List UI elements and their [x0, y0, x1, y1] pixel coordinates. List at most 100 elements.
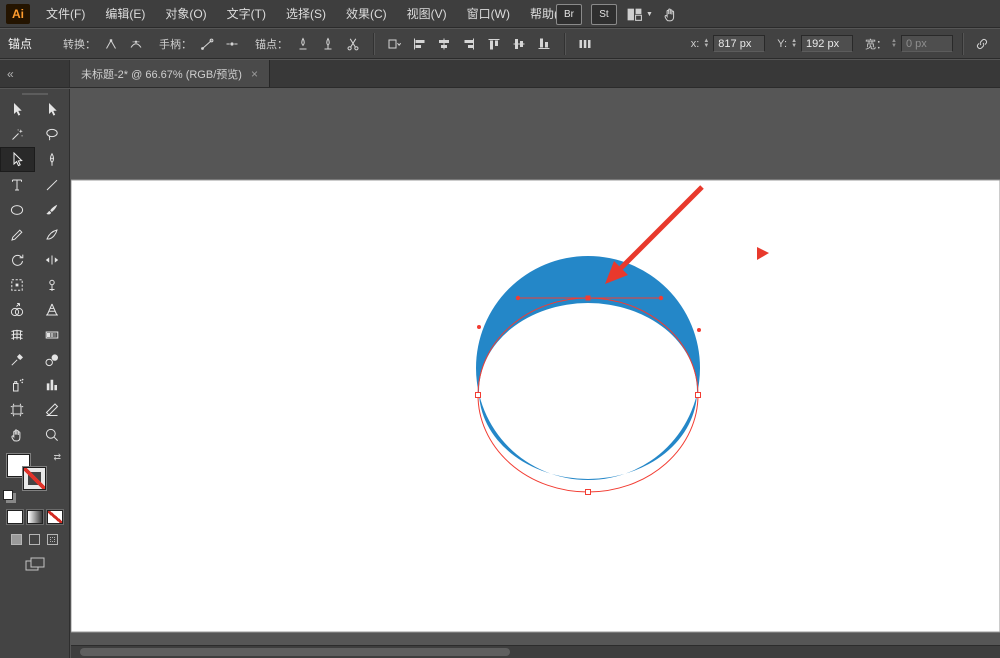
draw-inside-button[interactable] [47, 534, 58, 545]
magic-wand-icon [12, 128, 24, 140]
mesh-tool[interactable] [0, 322, 35, 347]
menu-list: 文件(F) 编辑(E) 对象(O) 文字(T) 选择(S) 效果(C) 视图(V… [36, 0, 581, 28]
blend-tool[interactable] [35, 347, 70, 372]
canvas-area[interactable] [71, 89, 1000, 645]
selection-tool[interactable] [0, 97, 35, 122]
symbol-sprayer-tool[interactable] [0, 372, 35, 397]
change-screen-mode-button[interactable] [0, 557, 69, 572]
align-left-button[interactable] [409, 34, 429, 54]
perspective-grid-icon [45, 303, 58, 315]
zoom-tool[interactable] [35, 422, 70, 447]
menu-object[interactable]: 对象(O) [155, 0, 216, 28]
align-right-button[interactable] [459, 34, 479, 54]
scrollbar-thumb[interactable] [80, 648, 510, 656]
shaper-tool[interactable] [35, 222, 70, 247]
add-anchor-icon [324, 36, 332, 49]
menu-edit[interactable]: 编辑(E) [95, 0, 155, 28]
menu-effect[interactable]: 效果(C) [336, 0, 397, 28]
default-colors-icon[interactable] [3, 490, 13, 500]
link-dimensions-button[interactable] [972, 34, 992, 54]
cut-path-button[interactable] [343, 34, 363, 54]
draw-normal-button[interactable] [11, 534, 22, 545]
rotate-tool[interactable] [0, 247, 35, 272]
canvas-svg [71, 179, 1000, 633]
gradient-icon [45, 331, 59, 338]
chevron-down-icon: ▼ [646, 11, 653, 18]
handle-dot-upper-right[interactable] [697, 328, 701, 332]
workspace-switcher[interactable]: ▼ [626, 6, 653, 23]
remove-anchor-button[interactable] [293, 34, 313, 54]
hand-gesture-icon[interactable] [662, 6, 679, 23]
anchor-point-left[interactable] [475, 392, 481, 398]
menu-type[interactable]: 文字(T) [217, 0, 276, 28]
tab-close-icon[interactable]: × [251, 67, 258, 81]
handle-end-dot[interactable] [515, 295, 521, 301]
shape-builder-tool[interactable] [0, 297, 35, 322]
add-anchor-button[interactable] [318, 34, 338, 54]
align-bottom-button[interactable] [534, 34, 554, 54]
toolbar-grip[interactable] [21, 93, 48, 95]
handle-dot-upper-left[interactable] [477, 325, 481, 329]
paintbrush-tool[interactable] [35, 197, 70, 222]
show-handles-button[interactable] [197, 34, 217, 54]
column-graph-tool[interactable] [35, 372, 70, 397]
align-top-button[interactable] [484, 34, 504, 54]
anchor-point-top[interactable] [585, 295, 591, 301]
perspective-grid-tool[interactable] [35, 297, 70, 322]
x-input[interactable]: 817 px [713, 35, 766, 52]
free-transform-tool[interactable] [0, 272, 35, 297]
horizontal-scrollbar[interactable] [71, 645, 1000, 658]
hand-tool[interactable] [0, 422, 35, 447]
menu-file[interactable]: 文件(F) [36, 0, 95, 28]
align-to-dropdown[interactable] [384, 34, 404, 54]
convert-to-smooth-button[interactable] [126, 34, 146, 54]
align-hcenter-icon [439, 38, 450, 49]
gradient-tool[interactable] [35, 322, 70, 347]
artboard-tool[interactable] [0, 397, 35, 422]
hide-handles-button[interactable] [222, 34, 242, 54]
width-tool[interactable] [35, 247, 70, 272]
ellipse-tool[interactable] [0, 197, 35, 222]
line-segment-tool[interactable] [35, 172, 70, 197]
free-transform-icon [11, 278, 23, 291]
eyedropper-tool[interactable] [0, 347, 35, 372]
distribute-button[interactable] [575, 34, 595, 54]
swap-colors-icon[interactable]: ⇄ [53, 453, 61, 462]
handle-end-dot[interactable] [658, 295, 664, 301]
collapse-panels-button[interactable]: « [0, 60, 70, 87]
anchor-point-right[interactable] [695, 392, 701, 398]
pen-tool[interactable] [35, 147, 70, 172]
y-stepper[interactable]: ▲ ▼ [791, 38, 797, 49]
menu-window[interactable]: 窗口(W) [457, 0, 520, 28]
draw-behind-button[interactable] [29, 534, 40, 545]
lasso-tool[interactable] [35, 122, 70, 147]
align-hcenter-button[interactable] [434, 34, 454, 54]
none-button[interactable] [46, 510, 63, 524]
slice-tool[interactable] [35, 397, 70, 422]
direct-selection-tool[interactable] [0, 147, 35, 172]
document-tab[interactable]: 未标题-2* @ 66.67% (RGB/预览) × [70, 60, 270, 87]
column-graph-icon [46, 379, 57, 390]
pencil-tool[interactable] [0, 222, 35, 247]
magic-wand-tool[interactable] [0, 122, 35, 147]
align-left-icon [414, 38, 425, 49]
stroke-color-swatch[interactable] [23, 467, 46, 490]
puppet-warp-icon [49, 279, 55, 291]
color-button[interactable] [6, 510, 23, 524]
menu-view[interactable]: 视图(V) [397, 0, 457, 28]
puppet-warp-tool[interactable] [35, 272, 70, 297]
bridge-button[interactable]: Br [556, 4, 582, 25]
zoom-icon [45, 428, 58, 441]
anchor-point-bottom[interactable] [585, 489, 591, 495]
x-stepper[interactable]: ▲ ▼ [703, 38, 709, 49]
type-tool[interactable] [0, 172, 35, 197]
stock-button[interactable]: St [591, 4, 617, 25]
group-selection-tool[interactable] [35, 97, 70, 122]
align-vcenter-button[interactable] [509, 34, 529, 54]
gradient-button[interactable] [26, 510, 43, 524]
pencil-icon [11, 228, 23, 241]
y-input[interactable]: 192 px [801, 35, 854, 52]
menu-select[interactable]: 选择(S) [276, 0, 336, 28]
convert-to-corner-button[interactable] [101, 34, 121, 54]
align-right-icon [464, 38, 475, 49]
